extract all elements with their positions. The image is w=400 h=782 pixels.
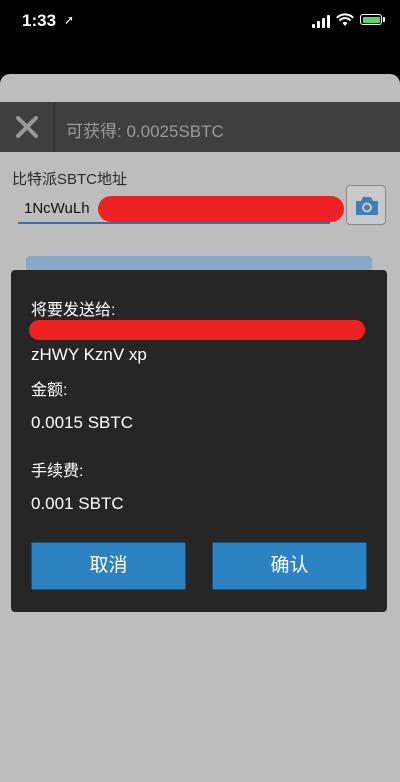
header-bar: 可获得: 0.0025SBTC [0,102,400,152]
amount-value: 0.0015 SBTC [31,413,134,432]
battery-icon [360,14,382,25]
amount-label: 金额: [31,382,68,399]
address-label: 比特派SBTC地址 [12,171,128,188]
camera-icon [356,197,378,215]
wifi-icon [336,13,354,26]
scan-qr-button[interactable] [346,185,386,225]
location-arrow-icon: ➚ [64,13,75,27]
recipient-address: zHWY KznV xp [31,345,147,364]
battery-cap [383,17,385,22]
fee-label: 手续费: [31,463,84,480]
close-button[interactable] [0,102,55,152]
redaction-mark [98,196,344,222]
close-icon [16,116,38,138]
status-time: 1:33 [22,11,57,30]
fee-value: 0.001 SBTC [31,494,124,513]
page-title: 可获得: 0.0025SBTC [66,122,224,141]
dialog-title: 将要发送给: [31,302,116,319]
cancel-button[interactable]: 取消 [31,542,186,590]
status-bar: 1:33 ➚ [0,0,400,44]
confirm-button[interactable]: 确认 [212,542,367,590]
redaction-mark [29,320,365,340]
cellular-signal-icon [312,14,332,28]
confirm-send-dialog: 将要发送给: zHWY KznV xp 金额: 0.0015 SBTC 手续费:… [11,270,387,612]
